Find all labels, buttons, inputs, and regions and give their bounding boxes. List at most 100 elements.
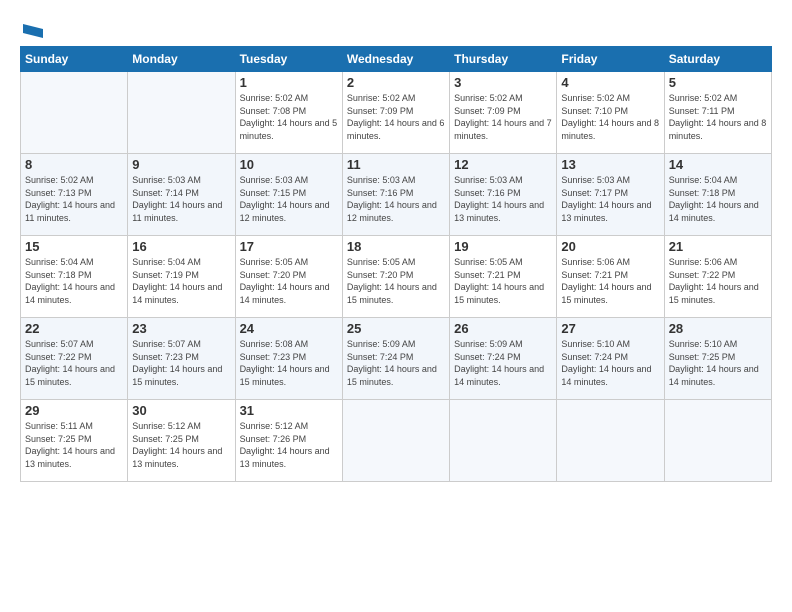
- week-row-1: 8 Sunrise: 5:02 AMSunset: 7:13 PMDaylight…: [21, 154, 772, 236]
- day-number: 3: [454, 75, 552, 90]
- header-sunday: Sunday: [21, 47, 128, 72]
- calendar-cell: 23 Sunrise: 5:07 AMSunset: 7:23 PMDayligh…: [128, 318, 235, 400]
- day-number: 9: [132, 157, 230, 172]
- calendar-cell: 12Sunrise: 5:03 AMSunset: 7:16 PMDayligh…: [450, 154, 557, 236]
- day-number: 29: [25, 403, 123, 418]
- cell-info: Sunrise: 5:02 AMSunset: 7:09 PMDaylight:…: [454, 92, 552, 142]
- day-number: 30: [132, 403, 230, 418]
- cell-info: Sunrise: 5:10 AMSunset: 7:24 PMDaylight:…: [561, 338, 659, 388]
- cell-info: Sunrise: 5:12 AMSunset: 7:26 PMDaylight:…: [240, 420, 338, 470]
- cell-info: Sunrise: 5:05 AMSunset: 7:20 PMDaylight:…: [347, 256, 445, 306]
- week-row-3: 22 Sunrise: 5:07 AMSunset: 7:22 PMDayligh…: [21, 318, 772, 400]
- cell-info: Sunrise: 5:02 AMSunset: 7:11 PMDaylight:…: [669, 92, 767, 142]
- cell-info: Sunrise: 5:03 AMSunset: 7:16 PMDaylight:…: [347, 174, 445, 224]
- cell-info: Sunrise: 5:03 AMSunset: 7:17 PMDaylight:…: [561, 174, 659, 224]
- day-number: 15: [25, 239, 123, 254]
- calendar-cell: 10 Sunrise: 5:03 AMSunset: 7:15 PMDayligh…: [235, 154, 342, 236]
- calendar-cell: 18 Sunrise: 5:05 AMSunset: 7:20 PMDayligh…: [342, 236, 449, 318]
- day-number: 12: [454, 157, 552, 172]
- calendar-cell: 19 Sunrise: 5:05 AMSunset: 7:21 PMDayligh…: [450, 236, 557, 318]
- calendar-cell: 29 Sunrise: 5:11 AMSunset: 7:25 PMDayligh…: [21, 400, 128, 482]
- calendar-cell: 25 Sunrise: 5:09 AMSunset: 7:24 PMDayligh…: [342, 318, 449, 400]
- header-friday: Friday: [557, 47, 664, 72]
- cell-info: Sunrise: 5:03 AMSunset: 7:15 PMDaylight:…: [240, 174, 338, 224]
- calendar-header-row: SundayMondayTuesdayWednesdayThursdayFrid…: [21, 47, 772, 72]
- cell-info: Sunrise: 5:02 AMSunset: 7:13 PMDaylight:…: [25, 174, 123, 224]
- day-number: 19: [454, 239, 552, 254]
- cell-info: Sunrise: 5:03 AMSunset: 7:14 PMDaylight:…: [132, 174, 230, 224]
- calendar-cell: 15 Sunrise: 5:04 AMSunset: 7:18 PMDayligh…: [21, 236, 128, 318]
- week-row-2: 15 Sunrise: 5:04 AMSunset: 7:18 PMDayligh…: [21, 236, 772, 318]
- day-number: 24: [240, 321, 338, 336]
- cell-info: Sunrise: 5:11 AMSunset: 7:25 PMDaylight:…: [25, 420, 123, 470]
- header-monday: Monday: [128, 47, 235, 72]
- cell-info: Sunrise: 5:05 AMSunset: 7:20 PMDaylight:…: [240, 256, 338, 306]
- day-number: 27: [561, 321, 659, 336]
- logo: [20, 22, 43, 40]
- calendar-cell: 5Sunrise: 5:02 AMSunset: 7:11 PMDaylight…: [664, 72, 771, 154]
- header-wednesday: Wednesday: [342, 47, 449, 72]
- calendar-body: 1Sunrise: 5:02 AMSunset: 7:08 PMDaylight…: [21, 72, 772, 482]
- calendar-cell: 21 Sunrise: 5:06 AMSunset: 7:22 PMDayligh…: [664, 236, 771, 318]
- cell-info: Sunrise: 5:04 AMSunset: 7:18 PMDaylight:…: [25, 256, 123, 306]
- calendar-cell: 17 Sunrise: 5:05 AMSunset: 7:20 PMDayligh…: [235, 236, 342, 318]
- cell-info: Sunrise: 5:06 AMSunset: 7:22 PMDaylight:…: [669, 256, 767, 306]
- calendar-cell: 30Sunrise: 5:12 AMSunset: 7:25 PMDayligh…: [128, 400, 235, 482]
- header-tuesday: Tuesday: [235, 47, 342, 72]
- calendar-cell: 22 Sunrise: 5:07 AMSunset: 7:22 PMDayligh…: [21, 318, 128, 400]
- calendar-cell: [342, 400, 449, 482]
- empty-cell: [21, 72, 128, 154]
- day-number: 16: [132, 239, 230, 254]
- day-number: 23: [132, 321, 230, 336]
- calendar-cell: 8 Sunrise: 5:02 AMSunset: 7:13 PMDaylight…: [21, 154, 128, 236]
- cell-info: Sunrise: 5:02 AMSunset: 7:09 PMDaylight:…: [347, 92, 445, 142]
- calendar-cell: 11 Sunrise: 5:03 AMSunset: 7:16 PMDayligh…: [342, 154, 449, 236]
- day-number: 1: [240, 75, 338, 90]
- logo-icon: [21, 22, 43, 40]
- cell-info: Sunrise: 5:06 AMSunset: 7:21 PMDaylight:…: [561, 256, 659, 306]
- cell-info: Sunrise: 5:09 AMSunset: 7:24 PMDaylight:…: [347, 338, 445, 388]
- header-thursday: Thursday: [450, 47, 557, 72]
- calendar-cell: 4Sunrise: 5:02 AMSunset: 7:10 PMDaylight…: [557, 72, 664, 154]
- calendar-cell: 31 Sunrise: 5:12 AMSunset: 7:26 PMDayligh…: [235, 400, 342, 482]
- calendar-cell: 13 Sunrise: 5:03 AMSunset: 7:17 PMDayligh…: [557, 154, 664, 236]
- cell-info: Sunrise: 5:07 AMSunset: 7:23 PMDaylight:…: [132, 338, 230, 388]
- day-number: 13: [561, 157, 659, 172]
- cell-info: Sunrise: 5:04 AMSunset: 7:19 PMDaylight:…: [132, 256, 230, 306]
- day-number: 2: [347, 75, 445, 90]
- day-number: 18: [347, 239, 445, 254]
- cell-info: Sunrise: 5:07 AMSunset: 7:22 PMDaylight:…: [25, 338, 123, 388]
- calendar-cell: [557, 400, 664, 482]
- page: SundayMondayTuesdayWednesdayThursdayFrid…: [0, 0, 792, 492]
- week-row-4: 29 Sunrise: 5:11 AMSunset: 7:25 PMDayligh…: [21, 400, 772, 482]
- day-number: 10: [240, 157, 338, 172]
- cell-info: Sunrise: 5:08 AMSunset: 7:23 PMDaylight:…: [240, 338, 338, 388]
- day-number: 25: [347, 321, 445, 336]
- calendar-cell: 3 Sunrise: 5:02 AMSunset: 7:09 PMDaylight…: [450, 72, 557, 154]
- day-number: 8: [25, 157, 123, 172]
- calendar-cell: 1Sunrise: 5:02 AMSunset: 7:08 PMDaylight…: [235, 72, 342, 154]
- day-number: 14: [669, 157, 767, 172]
- cell-info: Sunrise: 5:05 AMSunset: 7:21 PMDaylight:…: [454, 256, 552, 306]
- calendar-cell: 9 Sunrise: 5:03 AMSunset: 7:14 PMDaylight…: [128, 154, 235, 236]
- day-number: 22: [25, 321, 123, 336]
- cell-info: Sunrise: 5:09 AMSunset: 7:24 PMDaylight:…: [454, 338, 552, 388]
- day-number: 11: [347, 157, 445, 172]
- day-number: 17: [240, 239, 338, 254]
- day-number: 21: [669, 239, 767, 254]
- day-number: 20: [561, 239, 659, 254]
- cell-info: Sunrise: 5:02 AMSunset: 7:10 PMDaylight:…: [561, 92, 659, 142]
- calendar-cell: 16 Sunrise: 5:04 AMSunset: 7:19 PMDayligh…: [128, 236, 235, 318]
- calendar-cell: 20 Sunrise: 5:06 AMSunset: 7:21 PMDayligh…: [557, 236, 664, 318]
- day-number: 28: [669, 321, 767, 336]
- calendar-cell: [450, 400, 557, 482]
- cell-info: Sunrise: 5:04 AMSunset: 7:18 PMDaylight:…: [669, 174, 767, 224]
- calendar-cell: 24 Sunrise: 5:08 AMSunset: 7:23 PMDayligh…: [235, 318, 342, 400]
- calendar-cell: 28 Sunrise: 5:10 AMSunset: 7:25 PMDayligh…: [664, 318, 771, 400]
- calendar-cell: 27 Sunrise: 5:10 AMSunset: 7:24 PMDayligh…: [557, 318, 664, 400]
- header-saturday: Saturday: [664, 47, 771, 72]
- day-number: 31: [240, 403, 338, 418]
- calendar-cell: [664, 400, 771, 482]
- cell-info: Sunrise: 5:10 AMSunset: 7:25 PMDaylight:…: [669, 338, 767, 388]
- calendar-cell: 26Sunrise: 5:09 AMSunset: 7:24 PMDayligh…: [450, 318, 557, 400]
